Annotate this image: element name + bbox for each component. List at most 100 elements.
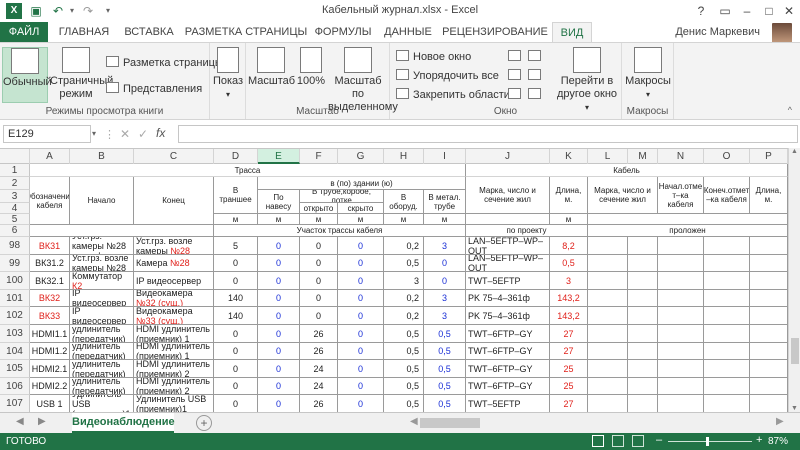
header-in-pipe[interactable]: В трубе,коробе, лотке: [300, 190, 384, 203]
cell-p[interactable]: [750, 395, 788, 412]
col-header-h[interactable]: H: [384, 149, 424, 164]
maximize-icon[interactable]: □: [758, 0, 780, 22]
cell-i[interactable]: 3: [424, 307, 466, 325]
row-header[interactable]: 106: [0, 378, 30, 395]
collapse-ribbon-icon[interactable]: ^: [788, 105, 792, 115]
cell-k[interactable]: 3: [550, 272, 588, 290]
cell-e[interactable]: 0: [258, 272, 300, 290]
cell-b[interactable]: Уст.грз. камеры №28 в шкафу: [70, 237, 134, 255]
cell-j[interactable]: TWT–6FTP–GY: [466, 378, 550, 395]
cell-a[interactable]: HDMI1.2: [30, 343, 70, 360]
hscroll-thumb[interactable]: [420, 418, 480, 428]
prev-sheet-icon[interactable]: ◀: [16, 416, 24, 427]
cell-a[interactable]: ВК32.1: [30, 272, 70, 290]
side-by-side-button[interactable]: [528, 49, 545, 65]
cell-g[interactable]: 0: [338, 343, 384, 360]
cell-d[interactable]: 5: [214, 237, 258, 255]
zoom-slider[interactable]: [668, 441, 752, 442]
macros-button[interactable]: Макросы ▾: [624, 47, 672, 101]
cell-p[interactable]: [750, 343, 788, 360]
cell-d[interactable]: 0: [214, 255, 258, 272]
cell-l[interactable]: [588, 325, 628, 343]
cell-b[interactable]: HDMI удлинитель (передатчик) 1: [70, 343, 134, 360]
cell-c[interactable]: HDMI удлинитель (приемник) 1: [134, 325, 214, 343]
cell-a[interactable]: ВК31: [30, 237, 70, 255]
split-button[interactable]: [508, 49, 525, 65]
header-brand-2[interactable]: Марка, число и сечение жил: [588, 177, 658, 214]
cell-n[interactable]: [658, 290, 704, 307]
cell-a[interactable]: ВК31.2: [30, 255, 70, 272]
add-sheet-icon[interactable]: +: [196, 415, 212, 431]
zoom-in-icon[interactable]: +: [756, 434, 762, 446]
unit-cell[interactable]: м: [424, 214, 466, 225]
tab-home[interactable]: ГЛАВНАЯ: [56, 22, 112, 42]
cell-k[interactable]: 8,2: [550, 237, 588, 255]
header-brand[interactable]: Марка, число и сечение жил: [466, 177, 550, 214]
cell-p[interactable]: [750, 272, 788, 290]
scrollbar-thumb[interactable]: [791, 338, 799, 364]
cell-d[interactable]: 0: [214, 272, 258, 290]
arrange-all-button[interactable]: Упорядочить все: [396, 68, 499, 84]
unhide-button[interactable]: [508, 87, 525, 103]
cell-b[interactable]: Удлинитель USB (передатчик)1: [70, 395, 134, 412]
col-header-i[interactable]: I: [424, 149, 466, 164]
reset-position-button[interactable]: [528, 87, 545, 103]
header-laid[interactable]: проложен: [588, 225, 788, 237]
header-by-project[interactable]: по проекту: [466, 225, 588, 237]
tab-file[interactable]: ФАЙЛ: [0, 22, 48, 42]
cell-h[interactable]: 0,5: [384, 325, 424, 343]
cell-l[interactable]: [588, 255, 628, 272]
tab-data[interactable]: ДАННЫЕ: [380, 22, 436, 42]
cell-d[interactable]: 140: [214, 307, 258, 325]
page-break-status-icon[interactable]: [632, 435, 644, 447]
cell-e[interactable]: 0: [258, 237, 300, 255]
header-length-2[interactable]: Длина, м.: [750, 177, 788, 214]
cell-g[interactable]: 0: [338, 272, 384, 290]
sync-scroll-button[interactable]: [528, 68, 545, 84]
vertical-scrollbar[interactable]: ▲ ▼: [788, 148, 800, 412]
cell-a[interactable]: HDMI1.1: [30, 325, 70, 343]
header-end[interactable]: Конец: [134, 177, 214, 225]
cell-n[interactable]: [658, 343, 704, 360]
ribbon-display-icon[interactable]: ▭: [714, 0, 736, 22]
col-header-b[interactable]: B: [70, 149, 134, 164]
cell-l[interactable]: [588, 360, 628, 378]
cell-i[interactable]: 0,5: [424, 325, 466, 343]
cell-d[interactable]: 0: [214, 378, 258, 395]
page-layout-button[interactable]: Разметка страницы: [106, 55, 223, 71]
cell-i[interactable]: 0: [424, 272, 466, 290]
empty-cell[interactable]: [30, 225, 214, 237]
cell-o[interactable]: [704, 360, 750, 378]
cell-c[interactable]: HDMI удлинитель (приемник) 2: [134, 360, 214, 378]
cell-o[interactable]: [704, 237, 750, 255]
cell-o[interactable]: [704, 272, 750, 290]
zoom-slider-thumb[interactable]: [706, 437, 709, 446]
col-header-f[interactable]: F: [300, 149, 338, 164]
cell-d[interactable]: 140: [214, 290, 258, 307]
unit-cell[interactable]: м: [214, 214, 258, 225]
cell-o[interactable]: [704, 255, 750, 272]
cell-p[interactable]: [750, 255, 788, 272]
col-header-g[interactable]: G: [338, 149, 384, 164]
cell-e[interactable]: 0: [258, 378, 300, 395]
unit-cell[interactable]: м: [258, 214, 300, 225]
cell-d[interactable]: 0: [214, 325, 258, 343]
cell-f[interactable]: 0: [300, 290, 338, 307]
cell-b[interactable]: IP видеосервер: [70, 307, 134, 325]
cell-p[interactable]: [750, 307, 788, 325]
cell-p[interactable]: [750, 360, 788, 378]
cell-g[interactable]: 0: [338, 395, 384, 412]
empty-cell[interactable]: [588, 214, 788, 225]
cell-l[interactable]: [588, 237, 628, 255]
cell-n[interactable]: [658, 307, 704, 325]
cell-n[interactable]: [658, 360, 704, 378]
row-header[interactable]: 99: [0, 255, 30, 272]
worksheet-grid[interactable]: A B C D E F G H I J K L M N O P 1 2 3 4 …: [0, 148, 788, 412]
cell-h[interactable]: 0,5: [384, 395, 424, 412]
tab-insert[interactable]: ВСТАВКА: [118, 22, 180, 42]
row-header[interactable]: 98: [0, 237, 30, 255]
cell-h[interactable]: 0,5: [384, 378, 424, 395]
cell-f[interactable]: 0: [300, 272, 338, 290]
cancel-icon[interactable]: ✕: [120, 127, 130, 141]
cell-n[interactable]: [658, 395, 704, 412]
